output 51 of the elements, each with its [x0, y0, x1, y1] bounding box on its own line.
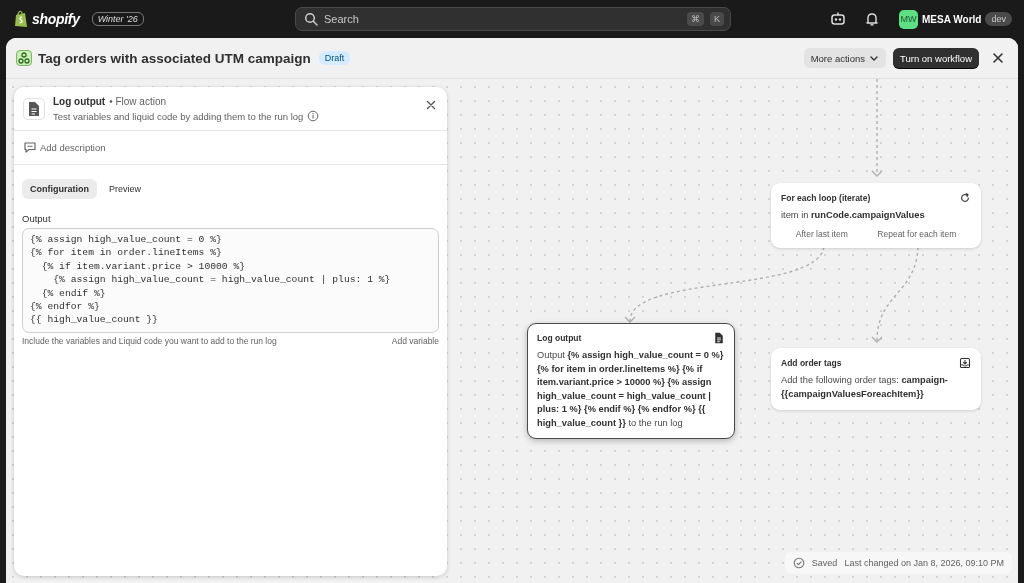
- tab[interactable]: Configuration: [22, 179, 97, 199]
- status-badge: Draft: [318, 51, 351, 65]
- check-circle-icon: [792, 557, 805, 569]
- search-icon: [304, 12, 318, 26]
- branch-label: Repeat for each item: [877, 228, 957, 239]
- last-changed-text: Last changed on Jan 8, 2026, 09:10 PM: [844, 558, 1004, 568]
- avatar: MW: [899, 9, 919, 29]
- tab[interactable]: Preview: [101, 179, 149, 199]
- field-label: Output: [22, 213, 52, 224]
- node-description: Add the following order tags: campaign-{{campaignValuesForeachItem}}: [781, 374, 949, 401]
- help-text: Include the variables and Liquid code you want to add to the run log: [22, 335, 277, 346]
- close-icon: [424, 98, 438, 112]
- code-field[interactable]: {% assign high_value_count = 0 %} {% for item in order.lineItems %} {% if item.variant.price > 10000 %} {% assign high_value_count = high_value_count | plus: 1 %} {% endif %} {% endfor %} {{ high_value_count }}: [22, 228, 439, 333]
- saved-label: Saved: [811, 558, 838, 568]
- branch-label: After last item: [795, 228, 848, 239]
- turn-on-button[interactable]: Turn on workflow: [893, 48, 979, 68]
- robot-icon: [830, 11, 847, 27]
- panel-subtitle: Test variables and liquid code by adding them to the run log: [53, 110, 304, 122]
- document-icon: [713, 332, 725, 344]
- search-field[interactable]: Search: [324, 13, 681, 25]
- close-icon: [990, 50, 1006, 66]
- close-button[interactable]: [424, 98, 438, 112]
- refresh-icon: [959, 192, 971, 204]
- shortcut-key: ⌘: [687, 12, 704, 26]
- search-bar[interactable]: Search ⌘ K: [295, 7, 731, 31]
- more-actions-button[interactable]: More actions: [803, 48, 886, 68]
- shortcut-key: K: [710, 12, 724, 26]
- add-description-button[interactable]: Add description: [14, 131, 447, 165]
- dev-badge: dev: [985, 12, 1012, 26]
- brand-logo: shopify: [32, 11, 80, 27]
- panel-title: Log output: [53, 96, 106, 107]
- node-title: Add order tags: [781, 358, 842, 368]
- workflow-icon: [16, 50, 32, 66]
- workflow-title: Tag orders with associated UTM campaign: [38, 50, 311, 66]
- shopify-bag-icon: [14, 10, 28, 28]
- comment-icon: [23, 140, 37, 154]
- node-description: item in runCode.campaignValues: [781, 209, 926, 222]
- workflow-node[interactable]: [527, 323, 735, 439]
- download-tray-icon: [959, 357, 971, 369]
- action-type: • Flow action: [109, 96, 167, 107]
- node-title: For each loop (iterate): [781, 193, 871, 203]
- workflow-node[interactable]: For each loop (iterate) item in runCode.campaignValues After last item Repeat for each item: [771, 183, 981, 248]
- workflow-node[interactable]: Add order tags Add the following order tags: campaign-{{campaignValuesForeachItem}}: [771, 348, 981, 410]
- store-name: MESA World: [922, 13, 982, 25]
- info-icon[interactable]: [307, 110, 320, 122]
- add-variable-link[interactable]: Add variable: [391, 335, 439, 346]
- account-button[interactable]: MW MESA World dev: [899, 9, 1012, 29]
- document-icon: [23, 98, 45, 120]
- node-description: Output {% assign high_value_count = 0 %} {% for item in order.lineItems %} {% if item.variant.price > 10000 %} {% assign high_value_count = high_value_count | plus: 1 %} {% endif %} {% endfor %} {{ high_value_count }} to the run log: [537, 349, 725, 430]
- node-title: Log output: [537, 333, 582, 343]
- edition-badge: Winter '26: [91, 12, 144, 26]
